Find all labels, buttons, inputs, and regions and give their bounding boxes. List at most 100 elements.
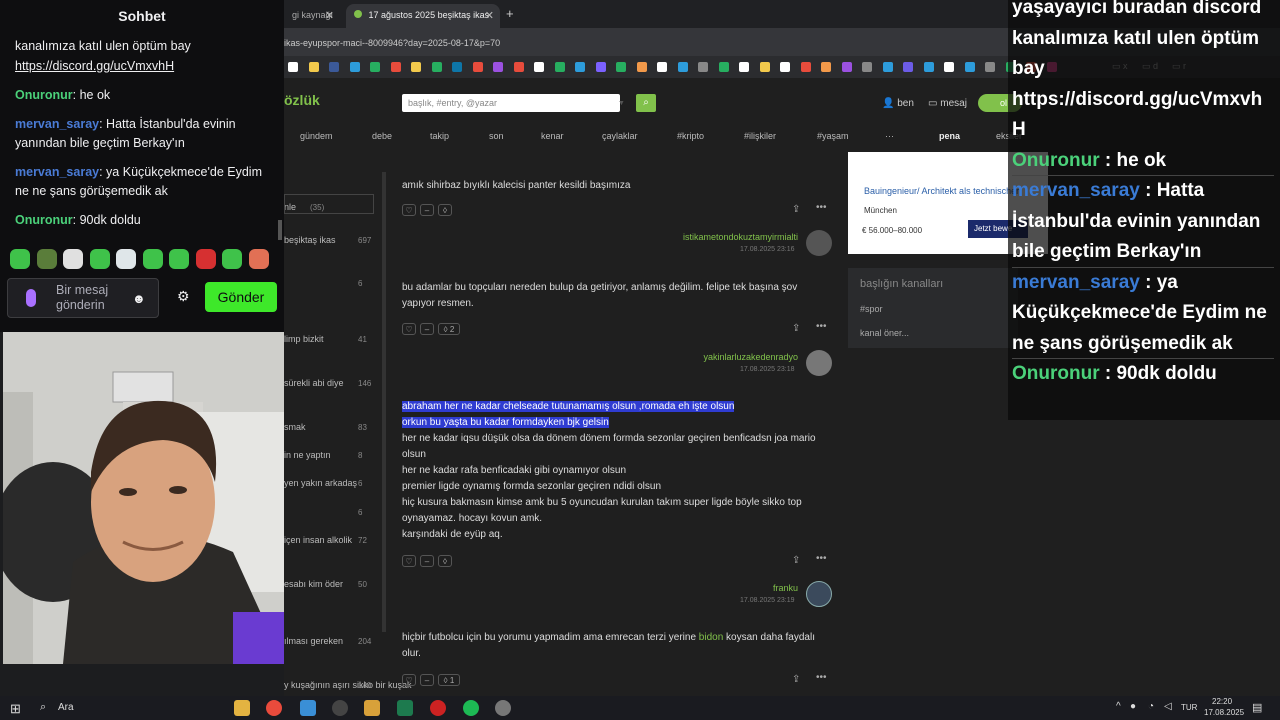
more-icon[interactable]: ••• [816,553,827,564]
entry-author[interactable]: yakinlarluzakedenradyo [604,352,798,362]
avatar[interactable] [806,230,832,256]
chrome-icon[interactable] [266,700,282,716]
app-icon[interactable] [364,700,380,716]
like-icon[interactable]: ♡ [402,555,416,567]
bookmark-icon[interactable] [554,62,565,72]
message-link[interactable]: ▭ mesaj [928,98,967,109]
notifications-icon[interactable]: ▤ [1252,701,1262,714]
language-indicator[interactable]: TUR [1181,703,1197,712]
bookmark-icon[interactable] [882,62,893,72]
bookmark-icon[interactable] [370,62,380,72]
bookmark-icon[interactable] [800,62,811,72]
bookmark-icon[interactable] [452,62,462,72]
nav-item[interactable]: kenar [541,131,564,141]
topic-item[interactable]: y kuşağının aşırı sikko bir kuşak [284,680,412,690]
audition-icon[interactable] [397,700,413,716]
topic-filter[interactable] [284,194,374,214]
bookmark-icon[interactable] [431,62,442,72]
search-icon[interactable]: ⌕ [40,701,46,714]
scrollbar[interactable] [382,172,386,632]
tab-1[interactable]: gi kaynağı ✕ [284,4,340,28]
telegram-icon[interactable] [300,700,316,716]
bookmark-icon[interactable] [964,62,975,72]
nav-item[interactable]: debe [372,131,392,141]
share-icon[interactable]: ⇪ [792,555,800,566]
topic-item[interactable]: ılması gereken [284,636,343,646]
like-icon[interactable]: ♡ [402,204,416,216]
emote-icon[interactable] [169,249,189,269]
emote-icon[interactable] [142,249,163,269]
bookmark-icon[interactable] [780,62,790,72]
bookmark-icon[interactable] [985,62,995,72]
channel-tag[interactable]: #spor [860,304,883,314]
bookmark-icon[interactable] [595,62,606,72]
emote-icon[interactable] [89,249,110,269]
avatar[interactable] [806,350,832,376]
mic-tray-icon[interactable]: ● [1130,701,1136,712]
bookmark-icon[interactable] [575,62,585,72]
dislike-icon[interactable]: – [420,555,434,567]
new-tab-button[interactable]: + [506,6,514,21]
mic-icon[interactable] [26,289,36,307]
send-button[interactable]: Gönder [205,282,277,312]
nav-item[interactable]: ··· [885,131,894,141]
bookmark-icon[interactable] [349,62,360,72]
more-icon[interactable]: ••• [816,202,827,213]
emote-icon[interactable] [248,249,269,269]
entry-date[interactable]: 17.08.2025 23:16 [740,246,795,253]
entry-link[interactable]: bidon [699,632,723,643]
favorite-icon[interactable]: ◊ [438,555,452,567]
topic-item[interactable]: in ne yaptın [284,450,331,460]
channel-suggest-link[interactable]: kanal öner... [860,328,909,338]
file-explorer-icon[interactable] [234,700,250,716]
topic-item[interactable]: beşiktaş ikas [284,235,336,245]
bookmark-icon[interactable] [841,62,852,72]
chevron-down-icon[interactable]: ▼ [618,100,625,107]
settings-gear-icon[interactable]: ⚙ [177,288,190,305]
spotify-icon[interactable] [463,700,479,716]
profile-link[interactable]: 👤 ben [882,98,914,109]
clock-time[interactable]: 22:20 [1212,697,1232,706]
nav-item[interactable]: #yaşam [817,131,849,141]
bookmark-icon[interactable] [759,62,770,72]
nav-item[interactable]: çaylaklar [602,131,638,141]
bookmark-icon[interactable] [862,62,872,72]
scrollbar[interactable] [278,220,282,240]
topic-item[interactable]: içen insan alkolik [284,535,352,545]
bookmark-icon[interactable] [308,62,319,72]
nav-item[interactable]: gündem [300,131,333,141]
entry-date[interactable]: 17.08.2025 23:19 [740,597,795,604]
topic-item[interactable]: smak [284,422,306,432]
nav-item[interactable]: pena [939,131,960,141]
bookmark-icon[interactable] [411,62,421,72]
emote-icon[interactable] [63,249,83,269]
chat-link[interactable]: https://discord.gg/ucVmxvhH [15,57,275,76]
share-icon[interactable]: ⇪ [792,204,800,215]
network-icon[interactable]: ◔ [1148,701,1154,712]
bookmark-icon[interactable] [390,62,401,72]
close-icon[interactable]: ✕ [485,9,494,22]
entry-date[interactable]: 17.08.2025 23:18 [740,366,795,373]
search-button[interactable]: ⌕ [636,94,656,112]
topic-item[interactable]: yen yakın arkadaş [284,478,357,488]
emote-icon[interactable] [10,249,30,269]
bookmark-icon[interactable] [534,62,544,72]
settings-icon[interactable] [495,700,511,716]
bookmark-icon[interactable] [493,62,503,72]
dislike-icon[interactable]: – [420,674,434,686]
entry-author[interactable]: istikametondokuztamyirmialti [604,232,798,242]
nav-item[interactable]: takip [430,131,449,141]
bookmark-icon[interactable] [739,62,749,72]
tray-chevron-icon[interactable]: ^ [1116,701,1121,712]
bookmark-icon[interactable] [513,62,524,72]
avatar[interactable] [806,581,832,607]
topic-item[interactable]: limp bizkit [284,334,324,344]
nav-item[interactable]: #ilişkiler [744,131,776,141]
chat-username[interactable]: Onuronur [15,213,73,227]
bookmark-icon[interactable] [472,62,483,72]
emote-icon[interactable] [36,249,57,269]
entry-author[interactable]: franku [604,583,798,593]
taskbar-search[interactable]: Ara [58,702,74,713]
emote-icon[interactable] [222,249,242,269]
bookmark-icon[interactable] [903,62,913,72]
